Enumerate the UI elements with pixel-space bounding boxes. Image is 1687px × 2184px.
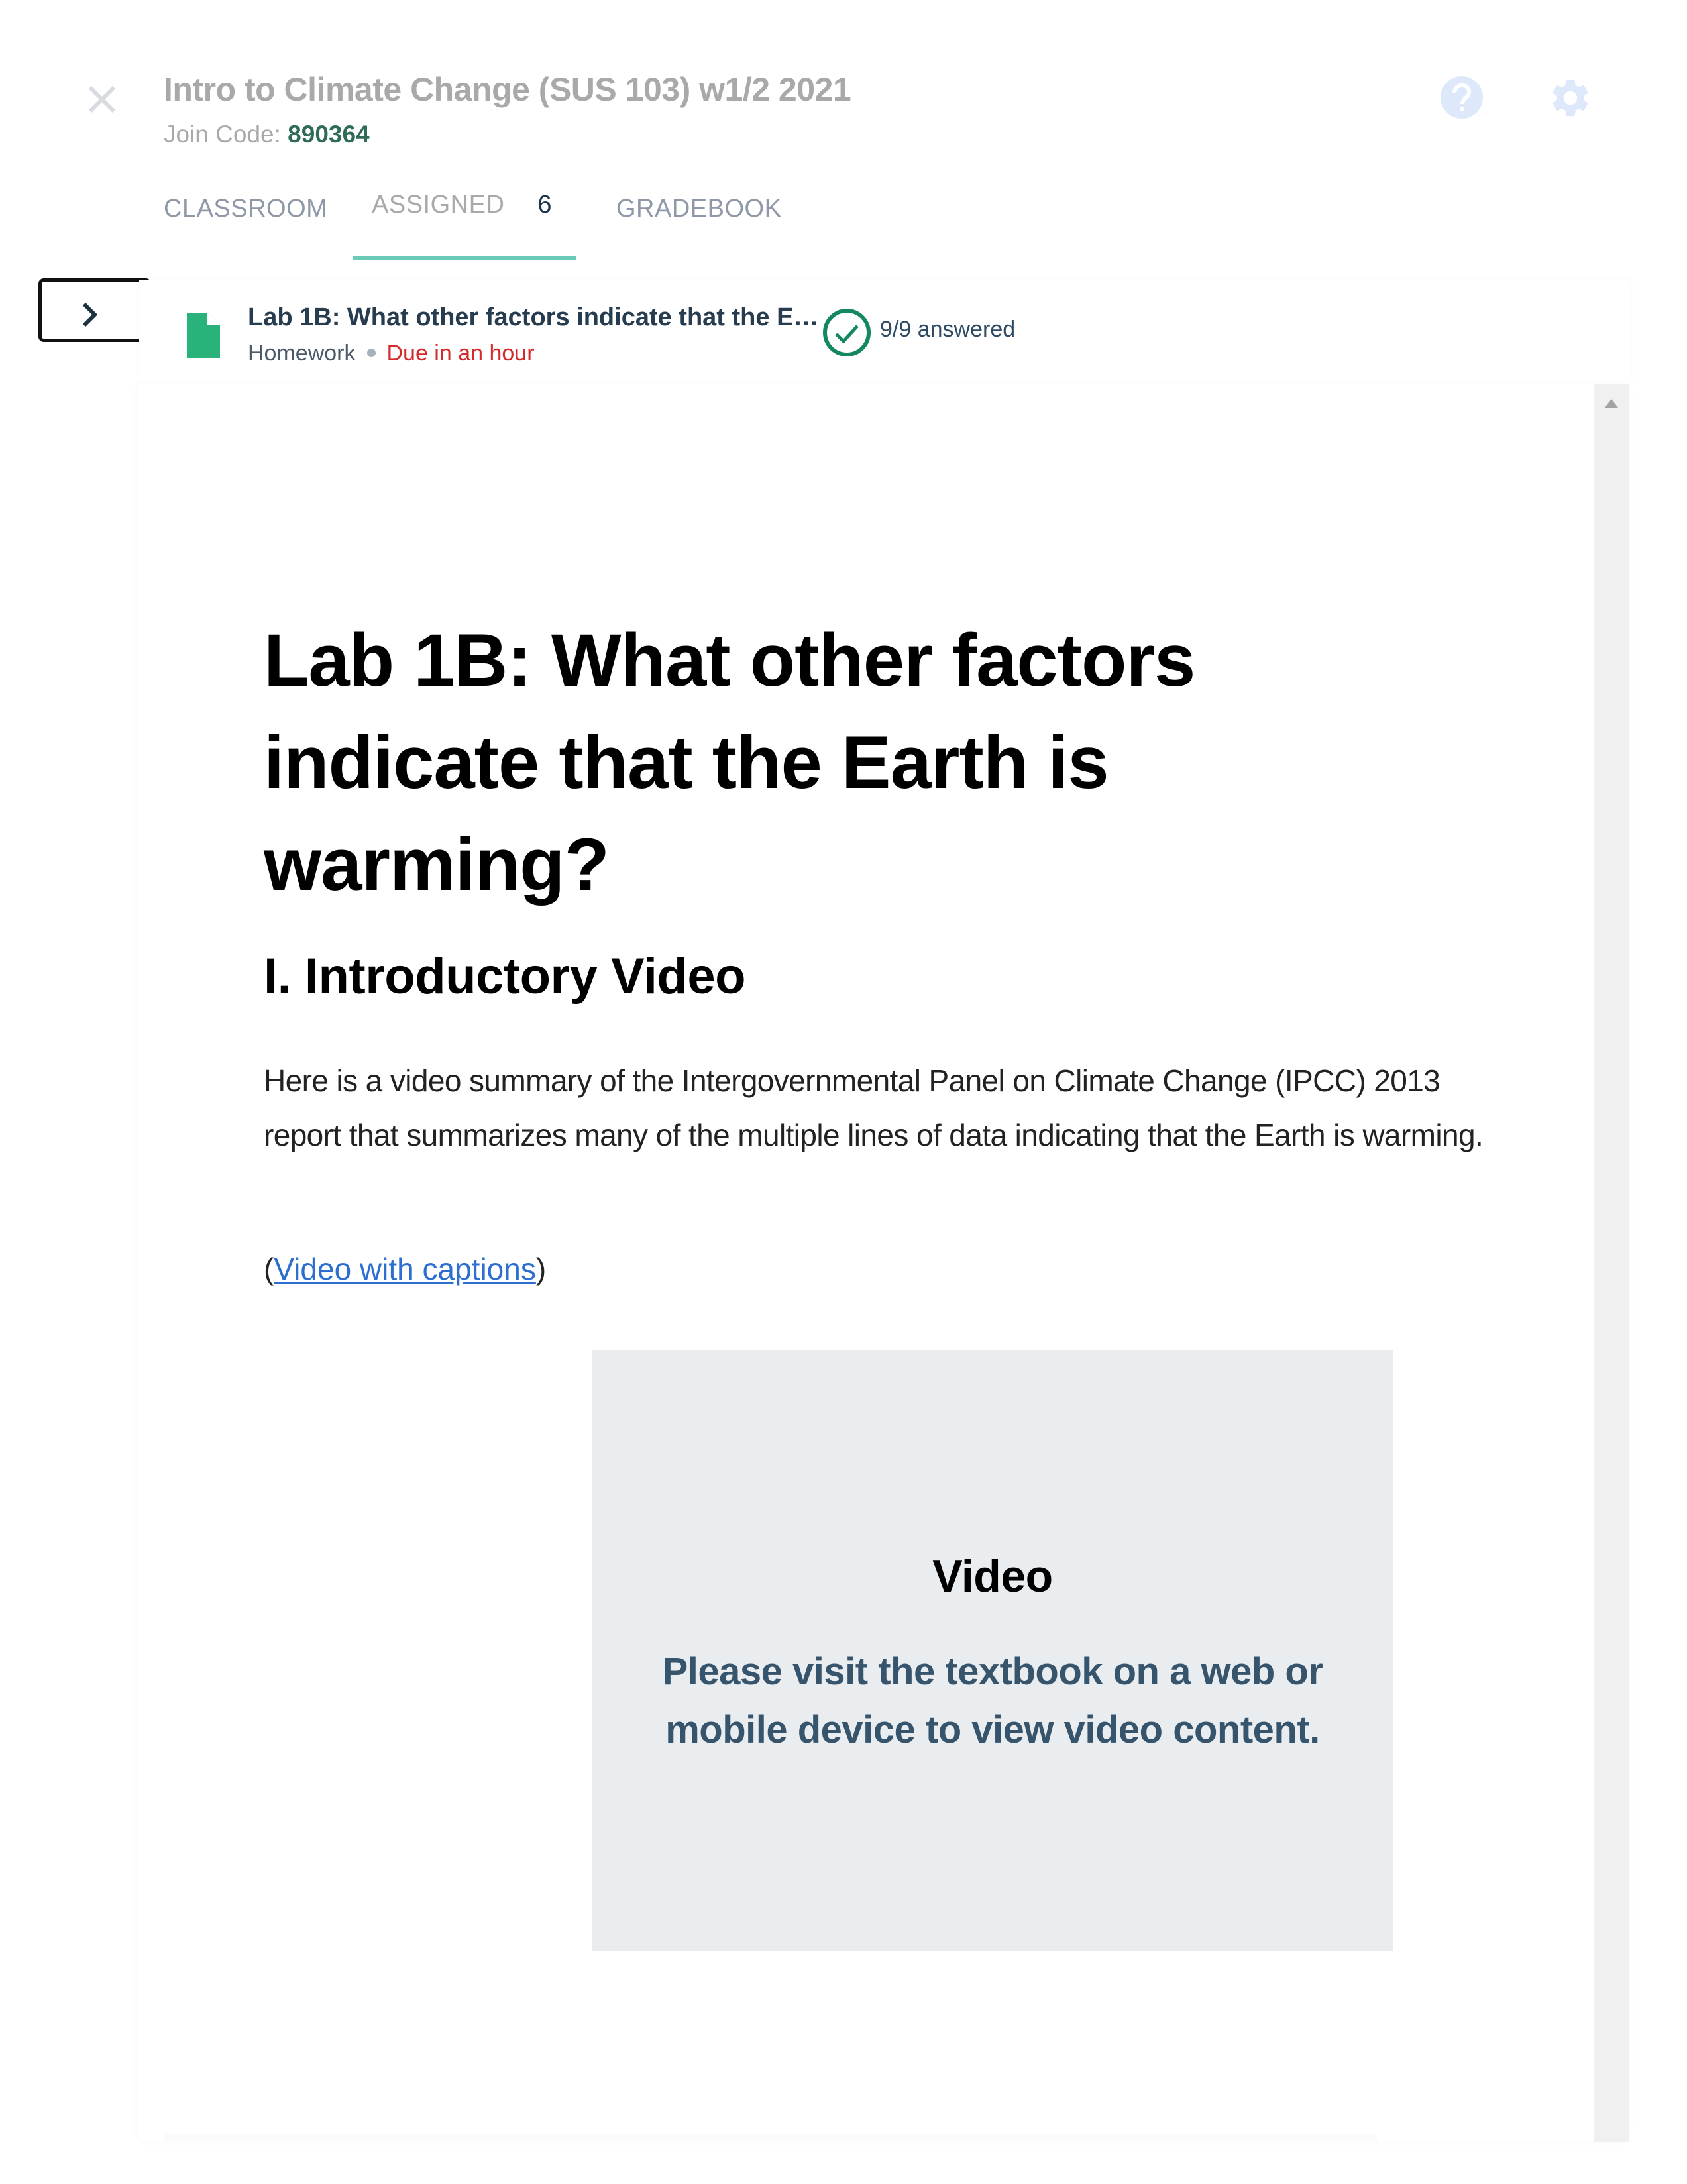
tab-gradebook-label: GRADEBOOK (616, 195, 782, 223)
check-circle-icon (823, 309, 871, 356)
join-code-value: 890364 (288, 121, 370, 148)
intro-paragraph: Here is a video summary of the Intergove… (264, 1064, 1484, 1152)
join-code: Join Code: 890364 (164, 121, 370, 148)
video-label: Video (932, 1551, 1053, 1602)
help-button[interactable] (1440, 76, 1484, 119)
answered-progress: 9/9 answered (880, 317, 1016, 342)
video-message-text: Please visit the textbook on a web or mo… (662, 1650, 1323, 1751)
due-status: Due in an hour (386, 341, 535, 366)
assignment-title[interactable]: Lab 1B: What other factors indicate that… (248, 303, 818, 332)
close-button[interactable] (87, 85, 117, 114)
paren-open: ( (264, 1252, 274, 1286)
assignment-header: Lab 1B: What other factors indicate that… (139, 280, 1630, 384)
separator-dot (367, 349, 376, 358)
join-code-label: Join Code: (164, 121, 281, 148)
assigned-count-badge: 6 (537, 191, 553, 219)
scroll-up-arrow-icon[interactable] (1605, 399, 1618, 408)
course-title: Intro to Climate Change (SUS 103) w1/2 2… (164, 71, 851, 108)
section-heading: I. Introductory Video (264, 948, 746, 1005)
tab-classroom[interactable]: CLASSROOM (164, 195, 327, 223)
tab-assigned[interactable]: ASSIGNED 6 (372, 191, 552, 219)
scrollbar[interactable] (1594, 384, 1629, 2142)
tab-assigned-label: ASSIGNED (372, 191, 505, 219)
video-placeholder: Video Please visit the textbook on a web… (592, 1350, 1393, 1951)
assignment-type: Homework (248, 341, 356, 366)
settings-button[interactable] (1548, 76, 1593, 121)
assignment-meta: Homework Due in an hour (248, 341, 535, 366)
active-tab-indicator (353, 256, 576, 260)
document-title: Lab 1B: What other factors indicate that… (264, 619, 1195, 906)
gear-icon (1552, 80, 1588, 117)
captions-line: (Video with captions) (264, 1251, 546, 1287)
video-captions-link[interactable]: Video with captions (274, 1252, 536, 1286)
help-circle-icon (1441, 76, 1483, 119)
tab-classroom-label: CLASSROOM (164, 195, 328, 223)
document-icon (187, 313, 220, 358)
sidebar-toggle-button[interactable] (38, 278, 151, 342)
content-bottom-edge (164, 2134, 1377, 2142)
paren-close: ) (535, 1252, 547, 1286)
content-panel: Lab 1B: What other factors indicate that… (138, 384, 1629, 2142)
tab-bar: CLASSROOM ASSIGNED 6 GRADEBOOK (0, 186, 861, 260)
tab-gradebook[interactable]: GRADEBOOK (616, 195, 781, 223)
chevron-right-icon (82, 302, 98, 327)
video-unavailable-message: Please visit the textbook on a web or mo… (592, 1643, 1393, 1759)
close-icon (88, 85, 116, 113)
